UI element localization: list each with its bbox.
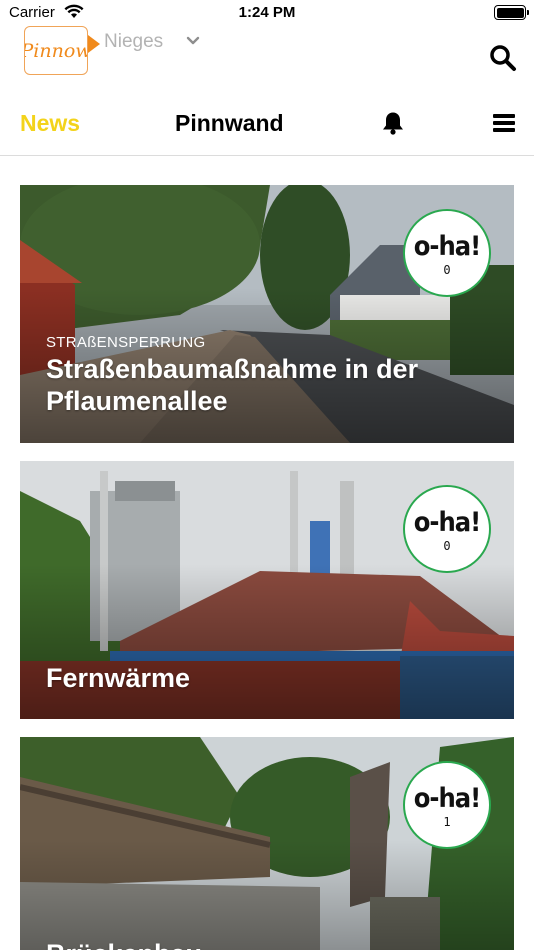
news-card[interactable]: STRAßENSPERRUNG Straßenbaumaßnahme in de… bbox=[20, 185, 514, 443]
status-bar: Carrier 1:24 PM bbox=[0, 0, 534, 26]
oha-reaction-button[interactable]: o-ha! 1 bbox=[403, 761, 491, 849]
news-card[interactable]: Fernwärme o-ha! 0 bbox=[20, 461, 514, 719]
tab-pinnwand[interactable]: Pinnwand bbox=[175, 110, 284, 137]
tab-news[interactable]: News bbox=[20, 110, 80, 137]
news-title: Brückenbau bbox=[46, 938, 446, 950]
oha-reaction-button[interactable]: o-ha! 0 bbox=[403, 209, 491, 297]
app-logo: Pinnow bbox=[24, 26, 88, 75]
battery-icon bbox=[494, 5, 529, 20]
news-category: STRAßENSPERRUNG bbox=[46, 334, 206, 351]
clock: 1:24 PM bbox=[238, 4, 296, 21]
oha-count: 0 bbox=[443, 263, 451, 277]
chevron-down-icon[interactable] bbox=[186, 36, 200, 46]
oha-label: o-ha! bbox=[413, 783, 482, 814]
oha-count: 1 bbox=[443, 815, 451, 829]
logo-play-icon bbox=[88, 35, 100, 53]
oha-reaction-button[interactable]: o-ha! 0 bbox=[403, 485, 491, 573]
top-nav: News Pinnwand bbox=[0, 100, 534, 156]
news-title: Fernwärme bbox=[46, 663, 191, 693]
search-icon[interactable] bbox=[489, 44, 517, 72]
oha-label: o-ha! bbox=[413, 231, 482, 262]
news-title: Straßenbaumaßnahme in der Pflaumenallee bbox=[46, 354, 419, 416]
hamburger-menu-icon[interactable] bbox=[493, 112, 515, 134]
oha-count: 0 bbox=[443, 539, 451, 553]
oha-label: o-ha! bbox=[413, 507, 482, 538]
news-card[interactable]: Brückenbau o-ha! 1 bbox=[20, 737, 514, 950]
bell-icon[interactable] bbox=[380, 110, 406, 136]
location-selector[interactable]: Nieges bbox=[104, 31, 163, 53]
